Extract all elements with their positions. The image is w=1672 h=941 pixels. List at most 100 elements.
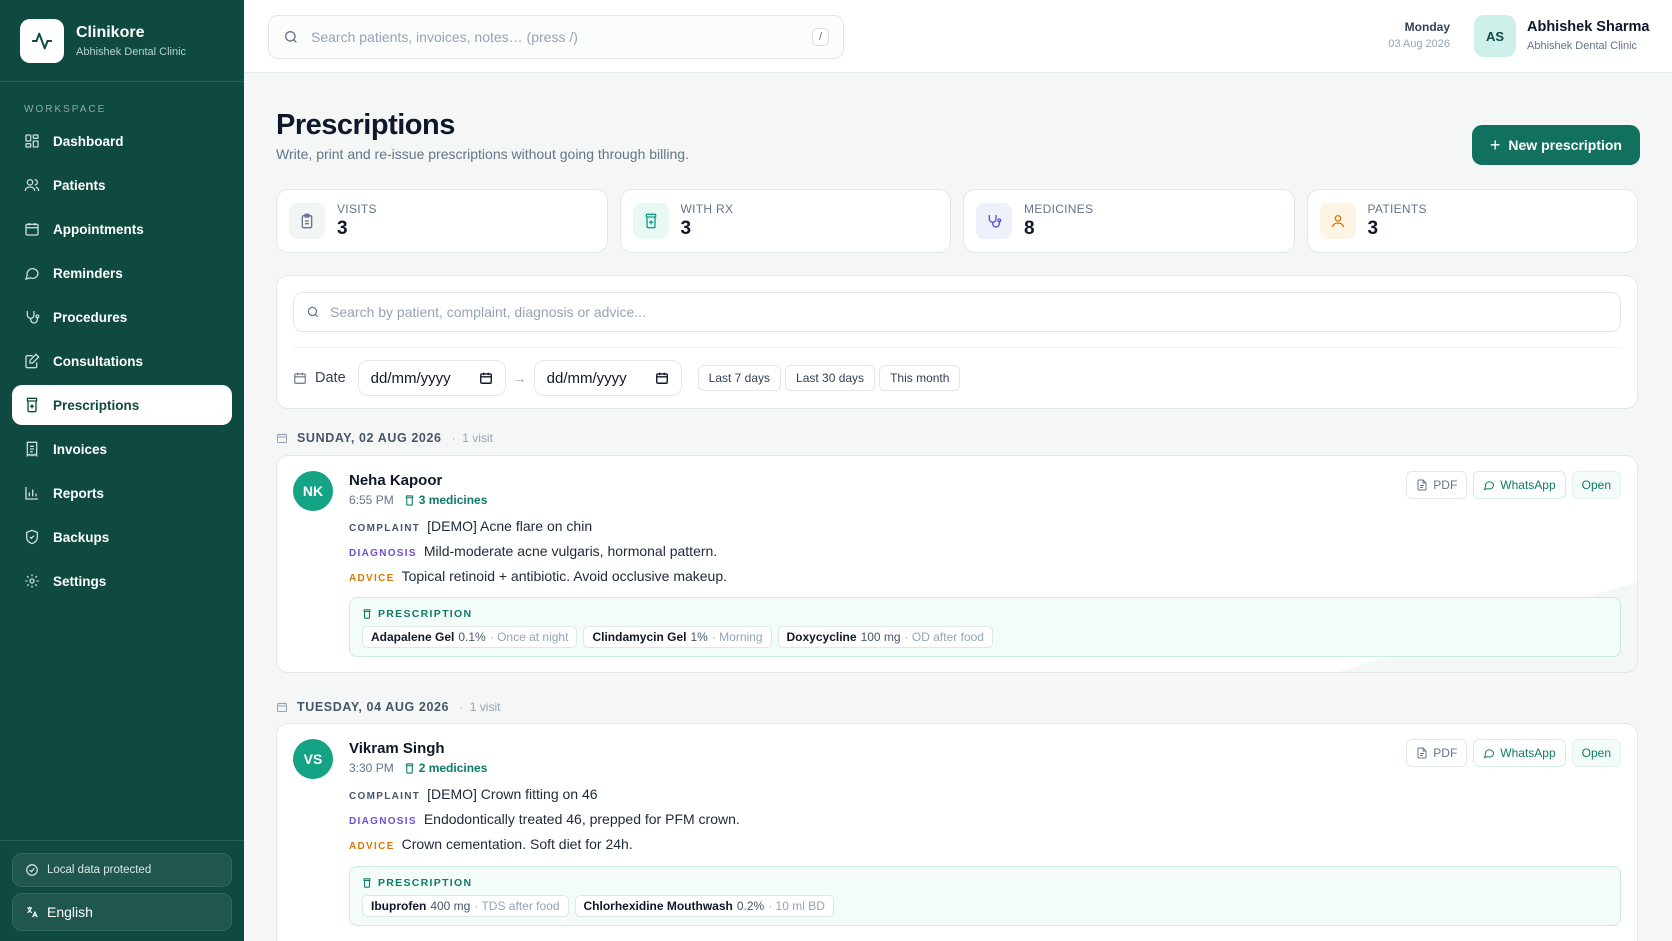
global-search-input[interactable]: Search patients, invoices, notes… (press… <box>268 15 844 59</box>
whatsapp-button[interactable]: WhatsApp <box>1473 739 1566 767</box>
date-to-input[interactable]: dd/mm/yyyy <box>533 360 682 396</box>
medicine-name: Doxycycline <box>786 630 857 644</box>
medicine-chip: Ibuprofen 400 mg · TDS after food <box>362 895 569 917</box>
date-from-input[interactable]: dd/mm/yyyy <box>357 360 506 396</box>
date-from-placeholder: dd/mm/yyyy <box>370 369 451 387</box>
file-icon <box>1417 747 1427 759</box>
visit-time: 6:55 PM <box>349 493 394 507</box>
diagnosis-row: DIAGNOSIS Mild-moderate acne vulgaris, ho… <box>349 543 717 559</box>
sidebar-item-label: Prescriptions <box>53 397 140 413</box>
plus-icon: + <box>1489 134 1501 155</box>
user-icon <box>1319 203 1356 239</box>
calendar-icon <box>655 372 668 384</box>
medicine-dose: 400 mg <box>430 899 471 913</box>
user-name: Abhishek Sharma <box>1527 19 1650 35</box>
sidebar-item-dashboard[interactable]: Dashboard <box>12 121 232 161</box>
sidebar-item-backups[interactable]: Backups <box>12 517 232 557</box>
diagnosis-text: Mild-moderate acne vulgaris, hormonal pa… <box>423 543 718 559</box>
open-button[interactable]: Open <box>1571 739 1621 767</box>
sidebar-item-label: Appointments <box>53 221 144 237</box>
sidebar-item-procedures[interactable]: Procedures <box>12 297 232 337</box>
page-title: Prescriptions <box>276 109 455 141</box>
sidebar-item-invoices[interactable]: Invoices <box>12 429 232 469</box>
prescription-header: PRESCRIPTION <box>362 608 472 620</box>
whatsapp-button[interactable]: WhatsApp <box>1473 471 1566 499</box>
complaint-label: COMPLAINT <box>349 791 421 802</box>
sidebar-item-reminders[interactable]: Reminders <box>12 253 232 293</box>
visit-actions: PDF WhatsApp Open <box>1400 471 1621 499</box>
diagnosis-label: DIAGNOSIS <box>349 816 417 827</box>
visit-count-value: 1 visit <box>469 700 501 714</box>
visit-meta: 6:55 PM 3 medicines <box>349 493 487 507</box>
sidebar-item-label: Dashboard <box>53 133 124 149</box>
medicine-chip: Clindamycin Gel 1% · Morning <box>583 626 772 648</box>
sidebar-item-consultations[interactable]: Consultations <box>12 341 232 381</box>
sidebar-item-label: Settings <box>53 573 107 589</box>
stat-value: 3 <box>1367 218 1379 239</box>
bottle-icon <box>405 494 413 506</box>
advice-row: ADVICE Crown cementation. Soft diet for 2… <box>349 836 633 852</box>
sidebar-item-label: Backups <box>53 529 110 545</box>
sidebar-item-prescriptions[interactable]: Prescriptions <box>12 385 232 425</box>
stats-row: VISITS 3 WITH RX 3 MEDICINES 8 PATIENTS 3 <box>276 189 1638 253</box>
this-month-button[interactable]: This month <box>879 365 961 391</box>
search-icon <box>307 306 319 318</box>
global-search-placeholder: Search patients, invoices, notes… (press… <box>311 29 578 45</box>
language-selector[interactable]: English <box>12 893 232 931</box>
pdf-button[interactable]: PDF <box>1406 739 1468 767</box>
visit-card[interactable]: NK Neha Kapoor 6:55 PM 3 medicines COMPL… <box>276 455 1638 673</box>
patient-name[interactable]: Neha Kapoor <box>349 472 442 489</box>
new-prescription-button[interactable]: + New prescription <box>1471 125 1640 165</box>
pdf-button[interactable]: PDF <box>1406 471 1468 499</box>
prescription-box: PRESCRIPTION Ibuprofen 400 mg · TDS after … <box>349 866 1621 926</box>
visit-meta: 3:30 PM 2 medicines <box>349 761 487 775</box>
stat-label: MEDICINES <box>1024 202 1094 216</box>
stat-card-with-rx: WITH RX 3 <box>619 189 951 253</box>
sidebar-footer: Local data protected English <box>0 840 244 941</box>
patient-avatar: NK <box>293 471 333 511</box>
calendar-icon <box>277 702 287 712</box>
day-label: SUNDAY, 02 AUG 2026 <box>297 431 442 445</box>
last-7-days-button[interactable]: Last 7 days <box>697 365 782 391</box>
prescription-search-input[interactable]: Search by patient, complaint, diagnosis … <box>293 292 1621 332</box>
data-protected-label: Local data protected <box>47 864 152 876</box>
prescription-header: PRESCRIPTION <box>362 877 472 889</box>
main-content: Prescriptions Write, print and re-issue … <box>244 73 1672 941</box>
avatar[interactable]: AS <box>1474 15 1516 57</box>
medicine-name: Ibuprofen <box>371 899 427 913</box>
receipt-icon <box>26 441 38 457</box>
sidebar-item-label: Reminders <box>53 265 123 281</box>
sidebar-item-settings[interactable]: Settings <box>12 561 232 601</box>
calendar-icon <box>25 223 39 236</box>
visit-count-value: 1 visit <box>462 431 493 445</box>
advice-label: ADVICE <box>349 841 395 852</box>
sidebar-item-patients[interactable]: Patients <box>12 165 232 205</box>
visit-card[interactable]: VS Vikram Singh 3:30 PM 2 medicines COMP… <box>276 723 1638 941</box>
stat-card-medicines: MEDICINES 8 <box>963 189 1295 253</box>
medicine-count-label: 2 medicines <box>418 761 488 775</box>
medicine-instruction: · Once at night <box>489 630 569 644</box>
last-30-days-button[interactable]: Last 30 days <box>785 365 876 391</box>
sidebar-item-label: Consultations <box>53 353 143 369</box>
diagnosis-text: Endodontically treated 46, prepped for P… <box>423 811 740 827</box>
calendar-icon <box>277 433 287 443</box>
medicine-name: Clindamycin Gel <box>592 630 687 644</box>
translate-icon <box>27 906 38 918</box>
patient-name[interactable]: Vikram Singh <box>349 740 445 757</box>
open-button[interactable]: Open <box>1571 471 1621 499</box>
bottle-icon <box>363 878 371 888</box>
advice-row: ADVICE Topical retinoid + antibiotic. Avo… <box>349 568 727 584</box>
medicine-instruction: · TDS after food <box>474 899 560 913</box>
visit-count: · 1 visit <box>451 431 493 445</box>
prescription-box: PRESCRIPTION Adapalene Gel 0.1% · Once at … <box>349 597 1621 657</box>
advice-label: ADVICE <box>349 573 395 584</box>
clipboard-edit-icon <box>25 353 40 369</box>
pulse-logo-icon <box>20 18 64 63</box>
sidebar-item-appointments[interactable]: Appointments <box>12 209 232 249</box>
calendar-icon <box>294 372 306 384</box>
workspace-label: WORKSPACE <box>24 104 107 115</box>
medicine-chip: Adapalene Gel 0.1% · Once at night <box>362 626 578 648</box>
sidebar-item-reports[interactable]: Reports <box>12 473 232 513</box>
divider <box>293 347 1621 348</box>
arrow-right-icon: → <box>512 370 527 386</box>
